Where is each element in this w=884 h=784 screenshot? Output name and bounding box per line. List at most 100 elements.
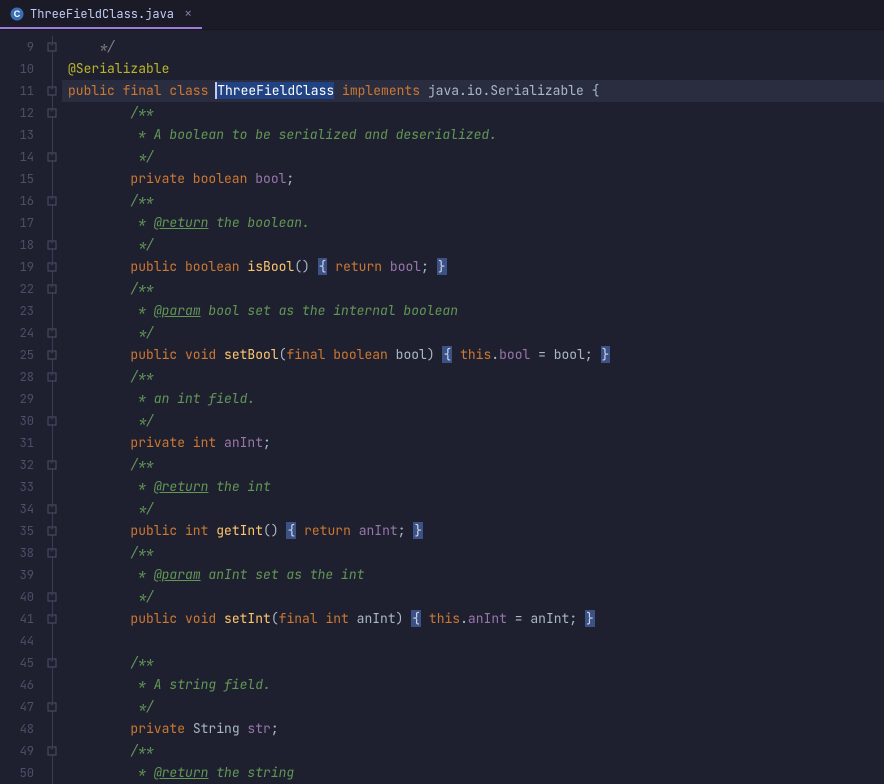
code-line[interactable]: * @return the int <box>62 476 884 498</box>
line-number[interactable]: 41 <box>0 608 42 630</box>
line-number[interactable]: 10 <box>0 58 42 80</box>
code-line[interactable]: */ <box>62 234 884 256</box>
fold-marker[interactable] <box>42 344 62 366</box>
line-number[interactable]: 25 <box>0 344 42 366</box>
fold-marker[interactable] <box>42 36 62 58</box>
fold-marker[interactable] <box>42 80 62 102</box>
fold-marker <box>42 300 62 322</box>
line-number[interactable]: 49 <box>0 740 42 762</box>
line-number[interactable]: 29 <box>0 388 42 410</box>
fold-marker[interactable] <box>42 740 62 762</box>
line-number[interactable]: 13 <box>0 124 42 146</box>
code-line[interactable] <box>62 630 884 652</box>
line-number[interactable]: 9 <box>0 36 42 58</box>
code-line[interactable]: /** <box>62 278 884 300</box>
line-number[interactable]: 32 <box>0 454 42 476</box>
line-number[interactable]: 30 <box>0 410 42 432</box>
line-number[interactable]: 11 <box>0 80 42 102</box>
code-line[interactable]: * @param anInt set as the int <box>62 564 884 586</box>
fold-marker[interactable] <box>42 278 62 300</box>
line-number[interactable]: 47 <box>0 696 42 718</box>
line-number[interactable]: 38 <box>0 542 42 564</box>
code-line[interactable]: /** <box>62 190 884 212</box>
code-line[interactable]: /** <box>62 454 884 476</box>
fold-marker <box>42 564 62 586</box>
line-number[interactable]: 33 <box>0 476 42 498</box>
code-area[interactable]: */@Serializablepublic final class ThreeF… <box>62 30 884 779</box>
code-line[interactable]: private String str; <box>62 718 884 740</box>
code-line[interactable]: */ <box>62 410 884 432</box>
line-number[interactable]: 35 <box>0 520 42 542</box>
fold-marker[interactable] <box>42 256 62 278</box>
line-number[interactable]: 50 <box>0 762 42 784</box>
line-number[interactable]: 31 <box>0 432 42 454</box>
fold-column[interactable] <box>42 30 62 779</box>
code-line[interactable]: /** <box>62 542 884 564</box>
code-line[interactable]: * @return the boolean. <box>62 212 884 234</box>
code-line[interactable]: */ <box>62 696 884 718</box>
line-number[interactable]: 34 <box>0 498 42 520</box>
line-number[interactable]: 48 <box>0 718 42 740</box>
line-number[interactable]: 40 <box>0 586 42 608</box>
line-number[interactable]: 46 <box>0 674 42 696</box>
code-line[interactable]: public boolean isBool() { return bool; } <box>62 256 884 278</box>
code-line[interactable]: * @return the string <box>62 762 884 784</box>
code-line[interactable]: public int getInt() { return anInt; } <box>62 520 884 542</box>
line-number[interactable]: 24 <box>0 322 42 344</box>
fold-marker[interactable] <box>42 498 62 520</box>
code-line[interactable]: * an int field. <box>62 388 884 410</box>
code-line[interactable]: * @param bool set as the internal boolea… <box>62 300 884 322</box>
fold-marker[interactable] <box>42 190 62 212</box>
code-line[interactable]: public final class ThreeFieldClass imple… <box>62 80 884 102</box>
line-number[interactable]: 15 <box>0 168 42 190</box>
line-number[interactable]: 39 <box>0 564 42 586</box>
line-number-gutter[interactable]: 9101112131415161718192223242528293031323… <box>0 30 42 779</box>
line-number[interactable]: 28 <box>0 366 42 388</box>
fold-marker <box>42 168 62 190</box>
code-line[interactable]: public void setInt(final int anInt) { th… <box>62 608 884 630</box>
code-line[interactable]: */ <box>62 322 884 344</box>
code-line[interactable]: * A boolean to be serialized and deseria… <box>62 124 884 146</box>
code-line[interactable]: /** <box>62 102 884 124</box>
java-class-icon: C <box>10 7 24 21</box>
code-line[interactable]: @Serializable <box>62 58 884 80</box>
code-line[interactable]: * A string field. <box>62 674 884 696</box>
line-number[interactable]: 12 <box>0 102 42 124</box>
fold-marker[interactable] <box>42 102 62 124</box>
line-number[interactable]: 19 <box>0 256 42 278</box>
fold-marker[interactable] <box>42 410 62 432</box>
code-line[interactable]: private boolean bool; <box>62 168 884 190</box>
code-line[interactable]: */ <box>62 498 884 520</box>
fold-marker[interactable] <box>42 520 62 542</box>
fold-marker[interactable] <box>42 586 62 608</box>
fold-marker[interactable] <box>42 454 62 476</box>
line-number[interactable]: 18 <box>0 234 42 256</box>
line-number[interactable]: 22 <box>0 278 42 300</box>
code-line[interactable]: private int anInt; <box>62 432 884 454</box>
line-number[interactable]: 17 <box>0 212 42 234</box>
fold-marker[interactable] <box>42 234 62 256</box>
fold-marker[interactable] <box>42 652 62 674</box>
line-number[interactable]: 16 <box>0 190 42 212</box>
fold-marker[interactable] <box>42 696 62 718</box>
code-line[interactable]: */ <box>62 586 884 608</box>
fold-marker[interactable] <box>42 608 62 630</box>
fold-marker[interactable] <box>42 322 62 344</box>
line-number[interactable]: 45 <box>0 652 42 674</box>
code-line[interactable]: public void setBool(final boolean bool) … <box>62 344 884 366</box>
editor[interactable]: 9101112131415161718192223242528293031323… <box>0 30 884 779</box>
file-tab[interactable]: C ThreeFieldClass.java × <box>0 0 202 29</box>
code-line[interactable]: /** <box>62 366 884 388</box>
fold-marker[interactable] <box>42 366 62 388</box>
fold-marker[interactable] <box>42 146 62 168</box>
line-number[interactable]: 14 <box>0 146 42 168</box>
code-line[interactable]: /** <box>62 652 884 674</box>
line-number[interactable]: 44 <box>0 630 42 652</box>
code-line[interactable]: /** <box>62 740 884 762</box>
fold-marker[interactable] <box>42 542 62 564</box>
line-number[interactable]: 23 <box>0 300 42 322</box>
close-icon[interactable]: × <box>184 5 192 23</box>
code-line[interactable]: */ <box>62 36 884 58</box>
code-line[interactable]: */ <box>62 146 884 168</box>
fold-marker <box>42 476 62 498</box>
